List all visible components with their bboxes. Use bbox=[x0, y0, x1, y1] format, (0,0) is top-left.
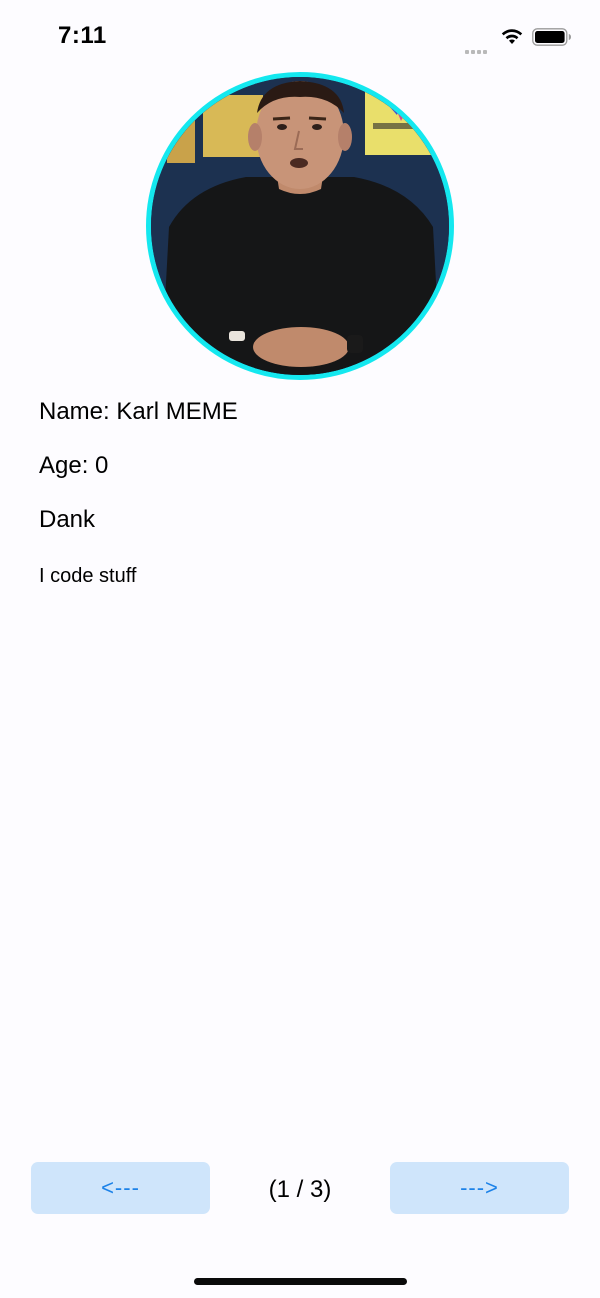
status-time: 7:11 bbox=[58, 22, 107, 49]
status-bar: 7:11 bbox=[0, 0, 600, 70]
profile-name: Name: Karl MEME bbox=[39, 398, 238, 425]
page-indicator: (1 / 3) bbox=[268, 1176, 332, 1203]
avatar bbox=[146, 72, 454, 380]
cellular-signal-icon bbox=[465, 41, 491, 54]
previous-button[interactable]: <--- bbox=[31, 1162, 210, 1214]
home-indicator[interactable] bbox=[194, 1278, 407, 1285]
profile-bio: I code stuff bbox=[39, 565, 137, 587]
battery-icon bbox=[532, 28, 571, 46]
profile-tag: Dank bbox=[39, 506, 96, 533]
profile-age: Age: 0 bbox=[39, 452, 109, 479]
next-button[interactable]: ---> bbox=[390, 1162, 569, 1214]
wifi-icon bbox=[501, 29, 523, 44]
profile-photo bbox=[151, 77, 449, 375]
